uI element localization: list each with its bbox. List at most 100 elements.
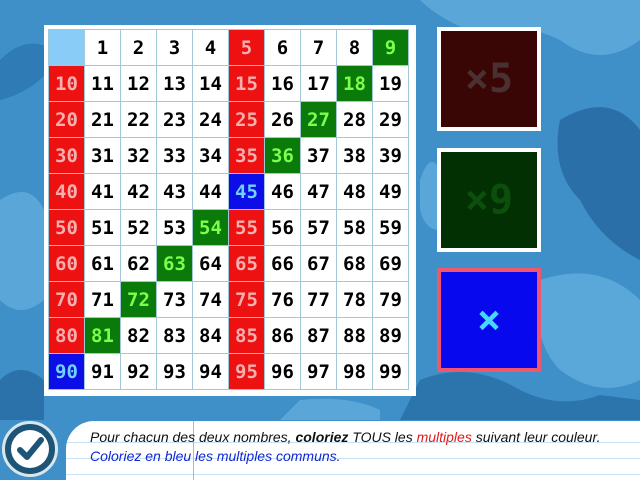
number-cell-89[interactable]: 89 [373,318,409,354]
number-cell-44[interactable]: 44 [193,174,229,210]
number-cell-67[interactable]: 67 [301,246,337,282]
number-cell-18[interactable]: 18 [337,66,373,102]
multiple-9-color-button[interactable]: ×9 [437,148,541,252]
number-cell-98[interactable]: 98 [337,354,373,390]
number-cell-33[interactable]: 33 [157,138,193,174]
number-cell-20[interactable]: 20 [49,102,85,138]
number-cell-76[interactable]: 76 [265,282,301,318]
number-cell-53[interactable]: 53 [157,210,193,246]
number-cell-7[interactable]: 7 [301,30,337,66]
number-cell-46[interactable]: 46 [265,174,301,210]
number-cell-4[interactable]: 4 [193,30,229,66]
number-cell-34[interactable]: 34 [193,138,229,174]
number-cell-26[interactable]: 26 [265,102,301,138]
number-cell-40[interactable]: 40 [49,174,85,210]
number-cell-75[interactable]: 75 [229,282,265,318]
number-cell-38[interactable]: 38 [337,138,373,174]
number-cell-77[interactable]: 77 [301,282,337,318]
number-cell-73[interactable]: 73 [157,282,193,318]
number-cell-13[interactable]: 13 [157,66,193,102]
number-cell-43[interactable]: 43 [157,174,193,210]
number-cell-55[interactable]: 55 [229,210,265,246]
multiple-5-color-button[interactable]: ×5 [437,27,541,131]
number-cell-23[interactable]: 23 [157,102,193,138]
number-cell-63[interactable]: 63 [157,246,193,282]
number-cell-62[interactable]: 62 [121,246,157,282]
number-cell-74[interactable]: 74 [193,282,229,318]
number-cell-87[interactable]: 87 [301,318,337,354]
number-cell-80[interactable]: 80 [49,318,85,354]
number-cell-15[interactable]: 15 [229,66,265,102]
number-cell-9[interactable]: 9 [373,30,409,66]
number-cell-52[interactable]: 52 [121,210,157,246]
number-cell-60[interactable]: 60 [49,246,85,282]
number-cell-58[interactable]: 58 [337,210,373,246]
number-cell-91[interactable]: 91 [85,354,121,390]
number-cell-1[interactable]: 1 [85,30,121,66]
number-cell-99[interactable]: 99 [373,354,409,390]
number-cell-32[interactable]: 32 [121,138,157,174]
number-cell-81[interactable]: 81 [85,318,121,354]
number-cell-66[interactable]: 66 [265,246,301,282]
number-cell-35[interactable]: 35 [229,138,265,174]
number-cell-96[interactable]: 96 [265,354,301,390]
number-cell-12[interactable]: 12 [121,66,157,102]
number-cell-92[interactable]: 92 [121,354,157,390]
number-cell-16[interactable]: 16 [265,66,301,102]
number-cell-24[interactable]: 24 [193,102,229,138]
number-cell-22[interactable]: 22 [121,102,157,138]
number-cell-97[interactable]: 97 [301,354,337,390]
number-cell-56[interactable]: 56 [265,210,301,246]
number-cell-5[interactable]: 5 [229,30,265,66]
number-cell-64[interactable]: 64 [193,246,229,282]
number-cell-48[interactable]: 48 [337,174,373,210]
number-cell-69[interactable]: 69 [373,246,409,282]
number-cell-95[interactable]: 95 [229,354,265,390]
number-cell-59[interactable]: 59 [373,210,409,246]
number-cell-65[interactable]: 65 [229,246,265,282]
number-cell-25[interactable]: 25 [229,102,265,138]
number-cell-70[interactable]: 70 [49,282,85,318]
number-cell-8[interactable]: 8 [337,30,373,66]
number-cell-6[interactable]: 6 [265,30,301,66]
number-cell-93[interactable]: 93 [157,354,193,390]
number-cell-83[interactable]: 83 [157,318,193,354]
number-cell-11[interactable]: 11 [85,66,121,102]
number-cell-86[interactable]: 86 [265,318,301,354]
number-cell-19[interactable]: 19 [373,66,409,102]
number-cell-78[interactable]: 78 [337,282,373,318]
number-cell-36[interactable]: 36 [265,138,301,174]
number-cell-84[interactable]: 84 [193,318,229,354]
number-cell-3[interactable]: 3 [157,30,193,66]
number-cell-39[interactable]: 39 [373,138,409,174]
number-cell-49[interactable]: 49 [373,174,409,210]
number-cell-90[interactable]: 90 [49,354,85,390]
number-cell-37[interactable]: 37 [301,138,337,174]
number-cell-79[interactable]: 79 [373,282,409,318]
number-cell-21[interactable]: 21 [85,102,121,138]
number-cell-71[interactable]: 71 [85,282,121,318]
number-cell-17[interactable]: 17 [301,66,337,102]
number-cell-27[interactable]: 27 [301,102,337,138]
number-cell-31[interactable]: 31 [85,138,121,174]
number-cell-45[interactable]: 45 [229,174,265,210]
number-cell-50[interactable]: 50 [49,210,85,246]
number-cell-29[interactable]: 29 [373,102,409,138]
number-cell-30[interactable]: 30 [49,138,85,174]
number-cell-94[interactable]: 94 [193,354,229,390]
number-cell-57[interactable]: 57 [301,210,337,246]
number-cell-47[interactable]: 47 [301,174,337,210]
number-cell-85[interactable]: 85 [229,318,265,354]
number-cell-51[interactable]: 51 [85,210,121,246]
number-cell-10[interactable]: 10 [49,66,85,102]
number-cell-41[interactable]: 41 [85,174,121,210]
validate-button[interactable] [2,421,58,477]
number-cell-54[interactable]: 54 [193,210,229,246]
number-cell-14[interactable]: 14 [193,66,229,102]
number-cell-72[interactable]: 72 [121,282,157,318]
number-cell-88[interactable]: 88 [337,318,373,354]
number-cell-42[interactable]: 42 [121,174,157,210]
number-cell-28[interactable]: 28 [337,102,373,138]
number-cell-2[interactable]: 2 [121,30,157,66]
number-cell-82[interactable]: 82 [121,318,157,354]
